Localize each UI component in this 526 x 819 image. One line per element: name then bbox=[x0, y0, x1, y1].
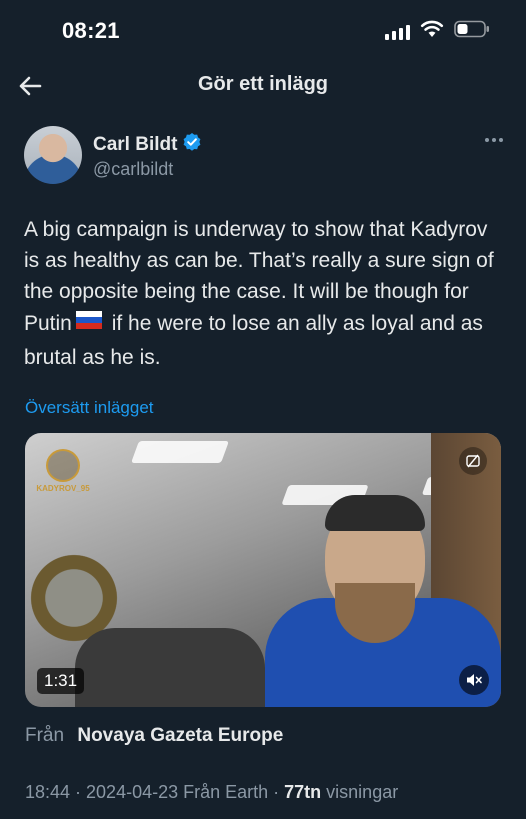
source-label: Från bbox=[25, 725, 65, 746]
tweet-meta: 18:44 · 2024-04-23 Från Earth · 77tn vis… bbox=[25, 782, 398, 803]
top-bar: Gör ett inlägg bbox=[0, 62, 526, 110]
views-count: 77tn bbox=[284, 782, 322, 802]
tweet-text: A big campaign is underway to show that … bbox=[24, 214, 504, 373]
avatar[interactable] bbox=[24, 126, 82, 184]
status-time: 08:21 bbox=[62, 18, 120, 43]
video-media[interactable]: KADYROV_95 1:31 bbox=[25, 433, 501, 707]
battery-icon bbox=[454, 20, 490, 43]
content-settings-icon[interactable] bbox=[459, 447, 487, 475]
tweet-author: Carl Bildt @carlbildt bbox=[24, 126, 506, 186]
more-options-icon[interactable] bbox=[482, 132, 506, 148]
video-source: Från Novaya Gazeta Europe bbox=[25, 725, 283, 747]
views-label: visningar bbox=[321, 782, 399, 802]
author-handle[interactable]: @carlbildt bbox=[93, 159, 173, 180]
author-name[interactable]: Carl Bildt bbox=[93, 134, 177, 156]
ceiling-light bbox=[130, 441, 230, 463]
watermark-text: KADYROV_95 bbox=[36, 484, 90, 493]
author-name-row[interactable]: Carl Bildt bbox=[93, 132, 202, 158]
watermark-circle bbox=[46, 449, 80, 482]
watermark-logo: KADYROV_95 bbox=[36, 449, 90, 493]
verified-badge-icon bbox=[182, 132, 202, 158]
page-title: Gör ett inlägg bbox=[198, 73, 328, 95]
wifi-icon bbox=[420, 20, 444, 43]
translate-link[interactable]: Översätt inlägget bbox=[25, 398, 154, 418]
person-hair bbox=[325, 495, 425, 531]
source-name-link[interactable]: Novaya Gazeta Europe bbox=[77, 725, 283, 746]
timestamp: 18:44 · 2024-04-23 Från Earth · bbox=[25, 782, 285, 802]
signal-icon bbox=[385, 24, 410, 40]
video-duration: 1:31 bbox=[37, 668, 85, 694]
gym-machine bbox=[75, 628, 265, 707]
status-bar: 08:21 bbox=[0, 0, 526, 60]
status-icons bbox=[385, 20, 490, 43]
russia-flag-icon bbox=[75, 307, 102, 338]
volume-mute-icon[interactable] bbox=[459, 665, 489, 695]
